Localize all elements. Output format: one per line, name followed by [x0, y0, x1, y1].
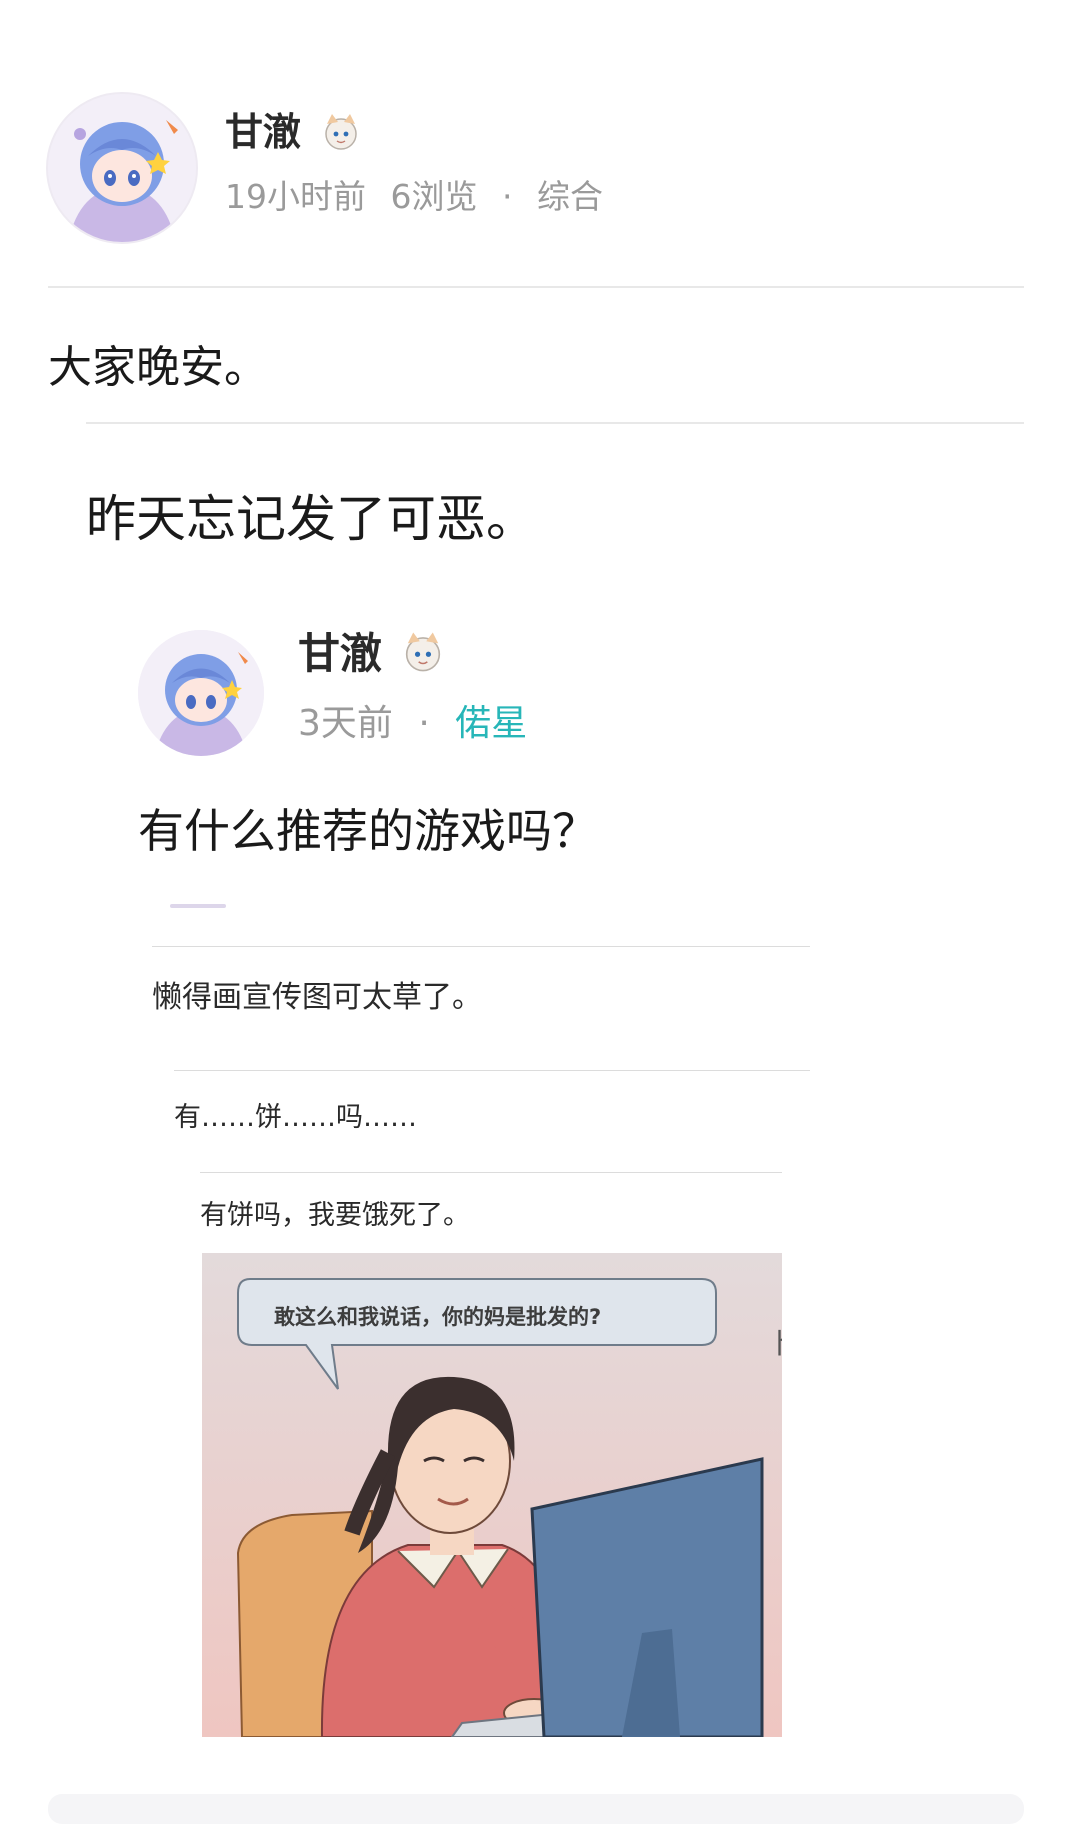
next-card-edge	[48, 1794, 1024, 1824]
meme-illustration: 卜 敢这么和我说话，你的妈是批发的?	[202, 1253, 782, 1737]
chibi-badge-icon	[318, 108, 364, 154]
comment-divider	[174, 1070, 810, 1071]
comment-1: 懒得画宣传图可太草了。	[152, 980, 482, 1015]
post-body: 大家晚安。	[48, 342, 268, 393]
comment-divider	[200, 1172, 782, 1173]
body-divider	[86, 422, 1024, 424]
svg-text:卜: 卜	[768, 1327, 782, 1360]
embedded-author-name: 甘澈	[298, 629, 383, 678]
embedded-screenshot[interactable]: 昨天忘记发了可恶。 甘澈 3天前 · 偌星 有什么推荐的游戏吗？ 懒得画宣传图可…	[86, 440, 1024, 1740]
author-name[interactable]: 甘澈	[225, 108, 301, 156]
chibi-badge-icon	[398, 626, 448, 676]
comment-divider	[152, 946, 810, 947]
comment-3: 有饼吗，我要饿死了。	[200, 1200, 470, 1231]
faded-text-fragment	[170, 904, 226, 908]
meme-speech-text: 敢这么和我说话，你的妈是批发的?	[274, 1305, 602, 1329]
comment-2: 有……饼……吗……	[174, 1102, 417, 1133]
post-meta: 19小时前 6浏览 · 综合	[225, 176, 603, 218]
embedded-caption: 昨天忘记发了可恶。	[86, 490, 536, 548]
author-avatar[interactable]	[46, 92, 198, 244]
post-time: 19小时前	[225, 177, 366, 216]
embedded-channel: 偌星	[455, 703, 528, 744]
post-views: 6浏览	[390, 177, 478, 216]
embedded-title: 有什么推荐的游戏吗？	[138, 804, 598, 858]
embedded-time: 3天前	[298, 703, 393, 744]
meta-separator: ·	[418, 703, 430, 744]
meta-separator: ·	[502, 177, 513, 216]
post-category[interactable]: 综合	[537, 177, 603, 216]
header-divider	[48, 286, 1024, 288]
embedded-avatar	[138, 630, 264, 756]
embedded-meta: 3天前 · 偌星	[298, 702, 527, 746]
